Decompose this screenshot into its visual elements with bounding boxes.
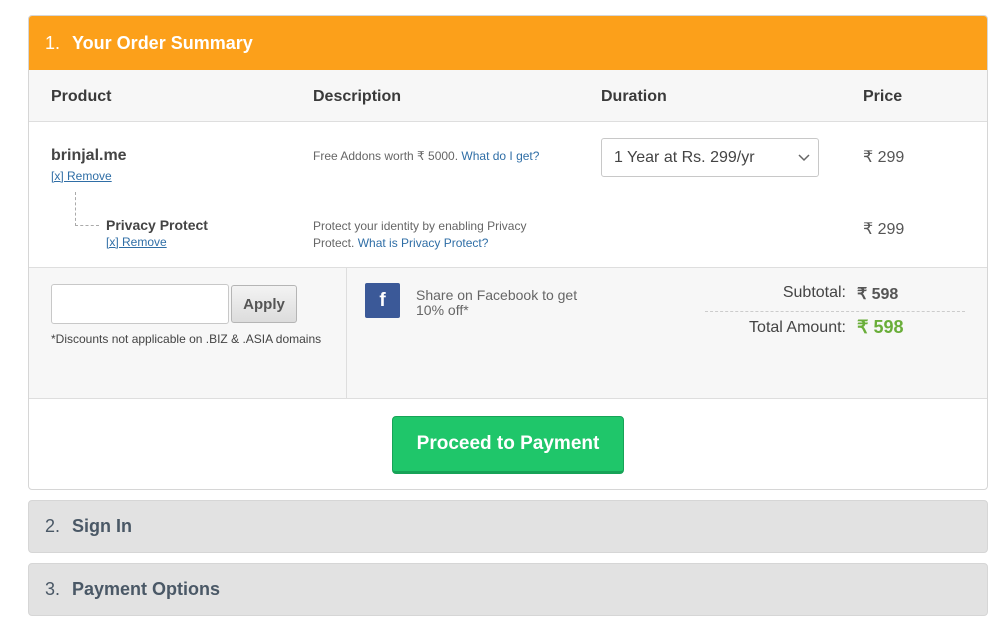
coupon-input[interactable] [51,284,229,324]
column-header-price: Price [863,88,903,105]
step-number: 3. [45,579,61,599]
apply-button[interactable]: Apply [231,285,297,323]
chevron-down-icon [798,154,810,162]
proceed-to-payment-button[interactable]: Proceed to Payment [392,416,624,474]
tree-connector-horizontal [75,225,99,226]
order-summary-header[interactable]: 1. Your Order Summary [29,16,987,70]
subtotal-value: ₹ 598 [857,286,899,303]
facebook-icon[interactable]: f [365,283,400,318]
order-summary-panel: 1. Your Order Summary Product Descriptio… [28,15,988,490]
duration-selected-value: 1 Year at Rs. 299/yr [614,149,755,166]
facebook-share-text: Share on Facebook to get 10% off* [416,287,578,318]
addon-price: ₹ 299 [863,221,905,238]
vertical-divider [346,268,347,399]
domain-description-text: Free Addons worth ₹ 5000. [313,149,462,163]
sign-in-panel[interactable]: 2. Sign In [28,500,988,553]
step-title: Payment Options [72,579,221,599]
step-title: Your Order Summary [72,32,253,53]
column-header-duration: Duration [601,88,667,105]
addon-description: Protect your identity by enabling Privac… [313,218,553,252]
payment-options-panel[interactable]: 3. Payment Options [28,563,988,616]
step-title: Sign In [72,516,133,536]
remove-domain-link[interactable]: [x] Remove [51,169,112,183]
step-number: 1. [45,32,61,53]
table-header: Product Description Duration Price [29,70,987,122]
domain-price: ₹ 299 [863,149,905,166]
order-footer: Apply *Discounts not applicable on .BIZ … [29,268,987,399]
column-header-product: Product [51,88,112,105]
domain-description: Free Addons worth ₹ 5000. What do I get? [313,149,539,163]
summary-divider [705,311,965,312]
step-number: 2. [45,516,61,536]
total-value: ₹ 598 [857,317,904,337]
subtotal-label: Subtotal: [782,284,846,301]
domain-name: brinjal.me [51,147,127,164]
remove-addon-link[interactable]: [x] Remove [106,235,167,249]
column-header-description: Description [313,88,402,105]
duration-select[interactable]: 1 Year at Rs. 299/yr [601,138,819,177]
total-label: Total Amount: [749,319,846,336]
order-items: brinjal.me [x] Remove Free Addons worth … [29,122,987,268]
discount-note: *Discounts not applicable on .BIZ & .ASI… [51,332,322,346]
tree-connector-vertical [75,192,76,226]
what-is-privacy-protect-link[interactable]: What is Privacy Protect? [358,236,489,250]
addon-name: Privacy Protect [106,217,208,233]
what-do-i-get-link[interactable]: What do I get? [461,149,539,163]
